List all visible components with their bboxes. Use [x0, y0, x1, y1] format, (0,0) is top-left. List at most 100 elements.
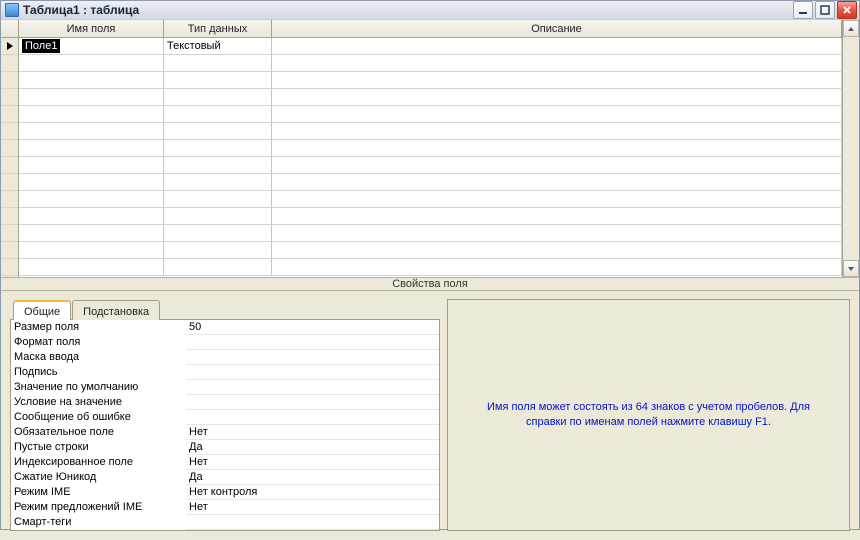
cell-field-name[interactable]: [19, 259, 164, 275]
cell-field-description[interactable]: [272, 191, 842, 207]
row-selector[interactable]: [1, 89, 18, 106]
scroll-up-button[interactable]: [843, 20, 859, 37]
property-value[interactable]: Нет: [186, 500, 439, 515]
grid-row: [19, 225, 842, 242]
cell-field-type[interactable]: Текстовый: [164, 38, 272, 54]
cell-field-description[interactable]: [272, 89, 842, 105]
row-selector[interactable]: [1, 174, 18, 191]
cell-field-type[interactable]: [164, 72, 272, 88]
cell-field-type[interactable]: [164, 89, 272, 105]
cell-field-name[interactable]: [19, 191, 164, 207]
window-buttons: [793, 1, 857, 19]
row-selector[interactable]: [1, 242, 18, 259]
row-selectors: [1, 20, 19, 277]
row-selector[interactable]: [1, 208, 18, 225]
cell-field-description[interactable]: [272, 38, 842, 54]
properties-title: Свойства поля: [1, 277, 859, 291]
maximize-button[interactable]: [815, 1, 835, 19]
row-selector[interactable]: [1, 157, 18, 174]
cell-field-name[interactable]: [19, 89, 164, 105]
cell-field-type[interactable]: [164, 174, 272, 190]
cell-field-description[interactable]: [272, 242, 842, 258]
cell-field-name[interactable]: [19, 123, 164, 139]
row-selector[interactable]: [1, 191, 18, 208]
property-label: Маска ввода: [11, 350, 186, 365]
grid-main: Имя поля Тип данных Описание Поле1 Текст…: [19, 20, 842, 277]
cell-field-description[interactable]: [272, 72, 842, 88]
property-label: Пустые строки: [11, 440, 186, 455]
property-tabs: Общие Подстановка: [13, 299, 440, 319]
property-labels: Размер поля Формат поля Маска ввода Подп…: [11, 320, 186, 530]
property-value[interactable]: 50: [186, 320, 439, 335]
grid-header: Имя поля Тип данных Описание: [19, 20, 842, 38]
cell-field-description[interactable]: [272, 259, 842, 275]
cell-field-type[interactable]: [164, 106, 272, 122]
property-value[interactable]: [186, 380, 439, 395]
tab-lookup[interactable]: Подстановка: [72, 300, 160, 320]
property-value[interactable]: [186, 350, 439, 365]
row-selector[interactable]: [1, 123, 18, 140]
property-value[interactable]: Нет: [186, 425, 439, 440]
property-value[interactable]: [186, 410, 439, 425]
property-label: Сообщение об ошибке: [11, 410, 186, 425]
row-selector[interactable]: [1, 72, 18, 89]
grid-row: [19, 123, 842, 140]
row-selector[interactable]: [1, 55, 18, 72]
property-value[interactable]: Нет: [186, 455, 439, 470]
property-value[interactable]: [186, 395, 439, 410]
row-selector[interactable]: [1, 140, 18, 157]
cell-field-type[interactable]: [164, 55, 272, 71]
property-label: Формат поля: [11, 335, 186, 350]
close-button[interactable]: [837, 1, 857, 19]
property-value[interactable]: Нет контроля: [186, 485, 439, 500]
property-label: Смарт-теги: [11, 515, 186, 530]
cell-field-description[interactable]: [272, 55, 842, 71]
scroll-down-button[interactable]: [843, 260, 859, 277]
row-selector[interactable]: [1, 38, 18, 55]
cell-field-type[interactable]: [164, 191, 272, 207]
row-selector[interactable]: [1, 225, 18, 242]
cell-field-description[interactable]: [272, 208, 842, 224]
cell-field-description[interactable]: [272, 123, 842, 139]
row-selector[interactable]: [1, 106, 18, 123]
cell-field-name[interactable]: [19, 174, 164, 190]
cell-field-type[interactable]: [164, 157, 272, 173]
cell-field-name[interactable]: [19, 225, 164, 241]
minimize-button[interactable]: [793, 1, 813, 19]
grid-row: [19, 208, 842, 225]
property-value[interactable]: [186, 335, 439, 350]
cell-field-description[interactable]: [272, 157, 842, 173]
grid-row: [19, 55, 842, 72]
tab-general[interactable]: Общие: [13, 300, 71, 320]
cell-field-name[interactable]: [19, 72, 164, 88]
cell-field-description[interactable]: [272, 225, 842, 241]
corner-cell[interactable]: [1, 20, 18, 38]
scroll-track[interactable]: [843, 37, 859, 260]
row-selector[interactable]: [1, 259, 18, 276]
cell-field-type[interactable]: [164, 123, 272, 139]
cell-field-description[interactable]: [272, 174, 842, 190]
property-value[interactable]: Да: [186, 470, 439, 485]
cell-field-name[interactable]: [19, 242, 164, 258]
cell-field-name[interactable]: [19, 208, 164, 224]
cell-field-description[interactable]: [272, 140, 842, 156]
column-header-type[interactable]: Тип данных: [164, 20, 272, 37]
cell-field-name[interactable]: [19, 55, 164, 71]
cell-field-name[interactable]: Поле1: [19, 38, 164, 54]
property-value[interactable]: [186, 515, 439, 530]
cell-field-name[interactable]: [19, 140, 164, 156]
cell-field-name[interactable]: [19, 106, 164, 122]
cell-field-type[interactable]: [164, 259, 272, 275]
column-header-name[interactable]: Имя поля: [19, 20, 164, 37]
vertical-scrollbar[interactable]: [842, 20, 859, 277]
column-header-description[interactable]: Описание: [272, 20, 842, 37]
cell-field-name[interactable]: [19, 157, 164, 173]
field-name-input[interactable]: Поле1: [22, 39, 60, 53]
cell-field-type[interactable]: [164, 242, 272, 258]
cell-field-description[interactable]: [272, 106, 842, 122]
cell-field-type[interactable]: [164, 208, 272, 224]
property-value[interactable]: Да: [186, 440, 439, 455]
cell-field-type[interactable]: [164, 140, 272, 156]
cell-field-type[interactable]: [164, 225, 272, 241]
property-value[interactable]: [186, 365, 439, 380]
